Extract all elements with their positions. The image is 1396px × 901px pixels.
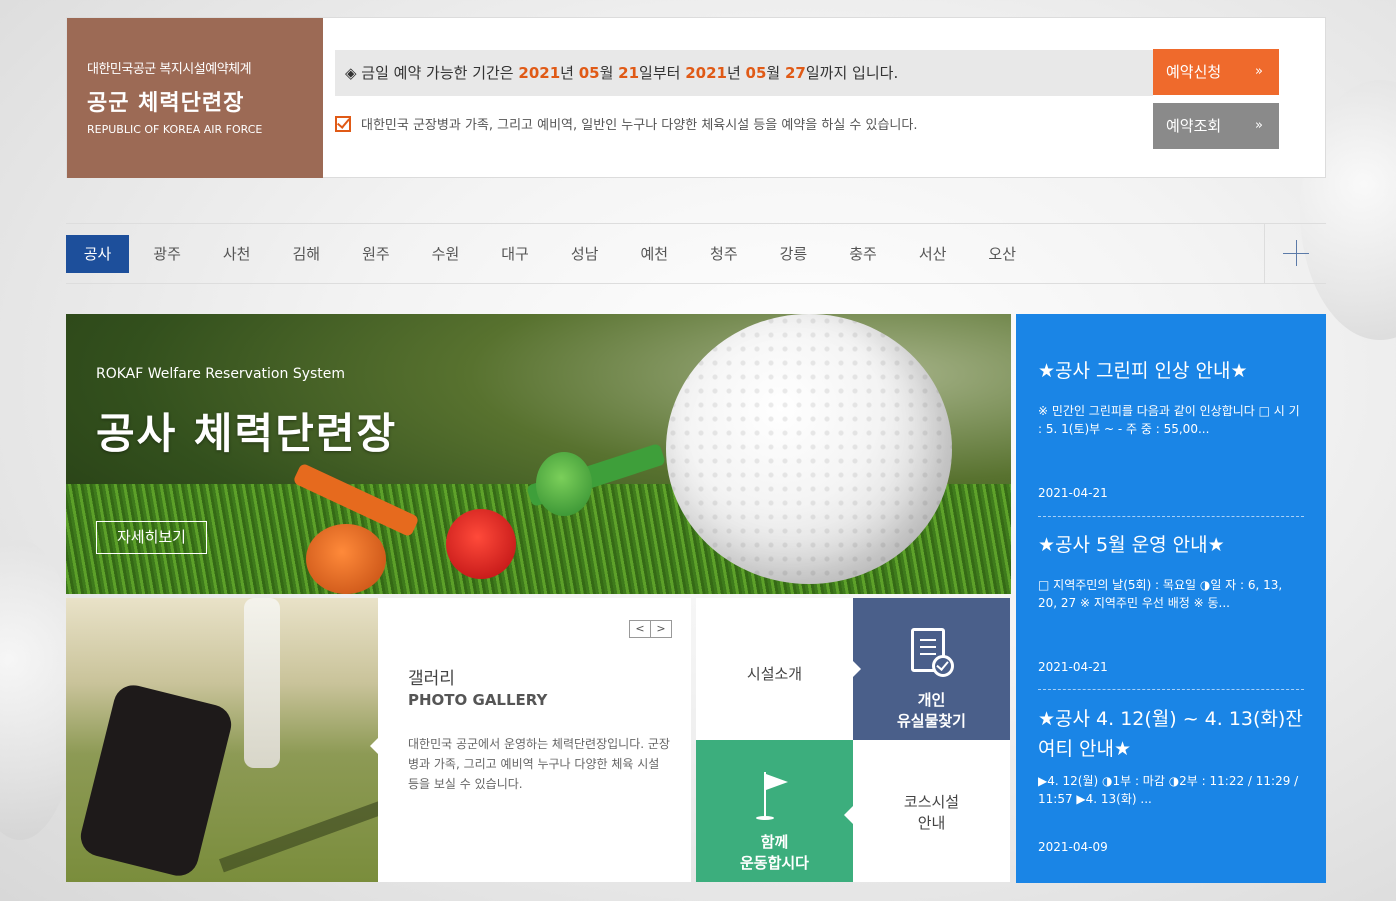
notice-year-start: 2021 — [518, 64, 561, 82]
base-tab-bar: 공사 광주 사천 김해 원주 수원 대구 성남 예천 청주 강릉 충주 서산 오… — [66, 223, 1326, 284]
gallery-title-en: PHOTO GALLERY — [408, 691, 548, 709]
notice-year-end: 2021 — [685, 64, 727, 82]
notice-body: ▶4. 12(월) ◑1부 : 마감 ◑2부 : 11:22 / 11:29 /… — [1038, 774, 1299, 806]
reservation-apply-button[interactable]: 예약신청 » — [1153, 49, 1279, 95]
notice-item[interactable]: ★공사 그린피 인상 안내★ ※ 민간인 그린피를 다음과 같이 인상합니다 □… — [1038, 356, 1304, 501]
gallery-description: 대한민국 공군에서 운영하는 체력단련장입니다. 군장병과 가족, 그리고 예비… — [408, 737, 670, 791]
tile-label: 개인 유실물찾기 — [853, 690, 1010, 732]
notice-title[interactable]: ★공사 4. 12(월) ~ 4. 13(화)잔여티 안내★ — [1038, 704, 1304, 764]
notice-date: 2021-04-09 — [1038, 840, 1108, 854]
course-facility-tile[interactable]: 코스시설 안내 — [844, 740, 1010, 882]
gallery-prev-button[interactable]: < — [629, 620, 651, 638]
notice-text: 일부터 — [639, 64, 686, 82]
hero-title: 공사 체력단련장 — [96, 409, 398, 458]
golfer-image — [244, 598, 280, 768]
tab-osan[interactable]: 오산 — [971, 235, 1034, 273]
orange-tee-image — [306, 524, 386, 594]
notice-body: □ 지역주민의 날(5회) : 목요일 ◑일 자 : 6, 13, 20, 27… — [1038, 578, 1283, 610]
shadow-image — [219, 797, 378, 873]
tab-seosan[interactable]: 서산 — [901, 235, 964, 273]
notice-text: 년 — [726, 64, 746, 82]
facility-intro-tile[interactable]: 시설소개 — [696, 598, 861, 740]
exercise-together-tile[interactable]: 함께 운동합시다 — [696, 740, 853, 882]
reservation-period-notice: ◈ 금일 예약 가능한 기간은 2021년 05월 21일부터 2021년 05… — [335, 50, 1153, 96]
tab-gwangju[interactable]: 광주 — [136, 235, 199, 273]
double-chevron-right-icon: » — [1255, 118, 1263, 133]
gallery-next-button[interactable]: > — [650, 620, 672, 638]
notice-body: ※ 민간인 그린피를 다음과 같이 인상합니다 □ 시 기 : 5. 1(토)부… — [1038, 404, 1300, 436]
logo-title: 공군 체력단련장 — [87, 91, 245, 116]
divider — [1038, 516, 1304, 517]
tab-chungju[interactable]: 충주 — [832, 235, 895, 273]
hero-subtitle: ROKAF Welfare Reservation System — [96, 366, 346, 382]
site-logo[interactable]: 대한민국공군 복지시설예약체계 공군 체력단련장 REPUBLIC OF KOR… — [67, 18, 323, 178]
checkbox-icon — [335, 115, 351, 132]
tile-label-line: 유실물찾기 — [896, 712, 966, 730]
tab-daegu[interactable]: 대구 — [484, 235, 547, 273]
tile-label-line: 안내 — [917, 814, 946, 832]
gallery-title[interactable]: 갤러리 — [408, 664, 455, 689]
logo-subtitle: 대한민국공군 복지시설예약체계 — [87, 62, 252, 77]
tab-seongnam[interactable]: 성남 — [553, 235, 616, 273]
tile-label: 코스시설 안내 — [853, 792, 1010, 834]
logo-english: REPUBLIC OF KOREA AIR FORCE — [87, 123, 263, 136]
tile-label-line: 운동합시다 — [739, 854, 809, 872]
tile-label-line: 함께 — [760, 833, 789, 851]
button-label: 예약신청 — [1166, 63, 1222, 81]
service-description: 대한민국 군장병과 가족, 그리고 예비역, 일반인 누구나 다양한 체육시설 … — [335, 114, 917, 133]
notice-text: ◈ 금일 예약 가능한 기간은 — [345, 64, 519, 82]
tab-wonju[interactable]: 원주 — [344, 235, 407, 273]
notice-text: 월 — [766, 64, 785, 82]
notice-day-end: 27 — [785, 64, 806, 82]
notice-text: 년 — [560, 64, 579, 82]
tab-gongsa[interactable]: 공사 — [66, 235, 129, 273]
pointer-notch — [844, 806, 853, 824]
pointer-notch — [370, 738, 378, 754]
tab-yecheon[interactable]: 예천 — [623, 235, 686, 273]
notice-month-end: 05 — [745, 64, 767, 82]
hero-banner: ROKAF Welfare Reservation System 공사 체력단련… — [66, 314, 1011, 594]
view-details-button[interactable]: 자세히보기 — [96, 521, 207, 554]
base-tabs: 공사 광주 사천 김해 원주 수원 대구 성남 예천 청주 강릉 충주 서산 오… — [66, 235, 1040, 273]
golf-ball-image — [666, 314, 952, 584]
tab-cheongju[interactable]: 청주 — [692, 235, 755, 273]
notice-text: 월 — [599, 64, 619, 82]
lost-and-found-tile[interactable]: 개인 유실물찾기 — [853, 598, 1010, 740]
notice-panel: ★공사 그린피 인상 안내★ ※ 민간인 그린피를 다음과 같이 인상합니다 □… — [1016, 314, 1326, 883]
divider — [1038, 689, 1304, 690]
notice-text: 일까지 입니다. — [805, 64, 899, 82]
tab-suwon[interactable]: 수원 — [414, 235, 477, 273]
notice-title[interactable]: ★공사 그린피 인상 안내★ — [1038, 356, 1304, 386]
gallery-nav: < > — [629, 620, 672, 638]
gallery-panel: < > 갤러리 PHOTO GALLERY 대한민국 공군에서 운영하는 체력단… — [370, 598, 691, 882]
notice-day-start: 21 — [618, 64, 640, 82]
tile-label: 시설소개 — [746, 665, 803, 683]
tile-label-line: 개인 — [917, 691, 946, 709]
pointer-notch — [852, 660, 861, 678]
golf-bag-image — [76, 681, 236, 880]
notice-item[interactable]: ★공사 5월 운영 안내★ □ 지역주민의 날(5회) : 목요일 ◑일 자 :… — [1038, 530, 1304, 675]
gallery-photo[interactable] — [66, 598, 378, 882]
button-label: 예약조회 — [1166, 117, 1222, 135]
notice-date: 2021-04-21 — [1038, 486, 1108, 500]
double-chevron-right-icon: » — [1255, 64, 1263, 79]
tile-label-line: 코스시설 — [903, 793, 960, 811]
notice-title[interactable]: ★공사 5월 운영 안내★ — [1038, 530, 1304, 560]
green-tee-image — [536, 452, 592, 516]
golf-flag-icon — [756, 772, 792, 822]
notice-month-start: 05 — [578, 64, 600, 82]
tile-label: 함께 운동합시다 — [696, 832, 853, 874]
notice-item[interactable]: ★공사 4. 12(월) ~ 4. 13(화)잔여티 안내★ ▶4. 12(월)… — [1038, 704, 1304, 864]
tab-sacheon[interactable]: 사천 — [205, 235, 268, 273]
description-text: 대한민국 군장병과 가족, 그리고 예비역, 일반인 누구나 다양한 체육시설 … — [361, 118, 918, 133]
more-plus-icon[interactable] — [1264, 224, 1326, 283]
reservation-inquiry-button[interactable]: 예약조회 » — [1153, 103, 1279, 149]
notice-date: 2021-04-21 — [1038, 660, 1108, 674]
tab-gangneung[interactable]: 강릉 — [762, 235, 825, 273]
red-tee-image — [446, 509, 516, 579]
site-header: 대한민국공군 복지시설예약체계 공군 체력단련장 REPUBLIC OF KOR… — [66, 17, 1326, 178]
document-check-icon — [911, 628, 954, 677]
tab-gimhae[interactable]: 김해 — [275, 235, 338, 273]
